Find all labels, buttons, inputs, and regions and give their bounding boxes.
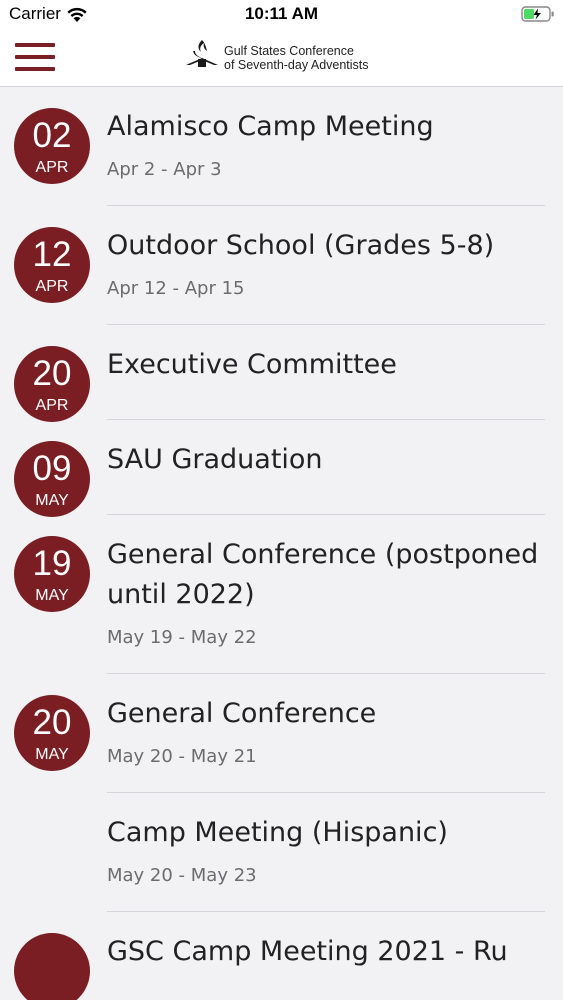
event-item[interactable]: 20 APR Executive Committee — [0, 325, 563, 422]
event-dates: Apr 12 - Apr 15 — [107, 278, 245, 299]
event-title: SAU Graduation — [107, 444, 323, 475]
hamburger-menu-icon[interactable] — [15, 43, 55, 72]
date-badge: 12 APR — [14, 227, 90, 303]
event-title: General Conference (postponed until 2022… — [107, 539, 539, 610]
event-dates: May 20 - May 23 — [107, 865, 257, 886]
event-title: Camp Meeting (Hispanic) — [107, 817, 448, 848]
event-item[interactable]: 09 MAY SAU Graduation — [0, 420, 563, 517]
event-body: Outdoor School (Grades 5-8) Apr 12 - Apr… — [107, 226, 545, 325]
sda-flame-logo-icon — [186, 40, 218, 67]
event-item[interactable]: Camp Meeting (Hispanic) May 20 - May 23 — [0, 793, 563, 912]
event-item[interactable]: 12 APR Outdoor School (Grades 5-8) Apr 1… — [0, 206, 563, 325]
event-dates: May 19 - May 22 — [107, 627, 257, 648]
event-body: Alamisco Camp Meeting Apr 2 - Apr 3 — [107, 107, 545, 206]
date-badge: 19 MAY — [14, 536, 90, 612]
event-dates: May 20 - May 21 — [107, 746, 257, 767]
date-badge: 20 MAY — [14, 695, 90, 771]
badge-day: 12 — [32, 235, 72, 274]
event-title: General Conference — [107, 698, 377, 729]
event-item[interactable]: GSC Camp Meeting 2021 - Ru — [0, 912, 563, 1000]
badge-day: 20 — [32, 703, 72, 742]
event-list: 02 APR Alamisco Camp Meeting Apr 2 - Apr… — [0, 87, 563, 1000]
navigation-bar: Gulf States Conference of Seventh-day Ad… — [0, 30, 563, 87]
date-badge: 20 APR — [14, 346, 90, 422]
battery-charging-icon — [521, 6, 554, 22]
event-body: Camp Meeting (Hispanic) May 20 - May 23 — [107, 813, 545, 912]
badge-day: 19 — [32, 544, 72, 583]
date-badge: 09 MAY — [14, 441, 90, 517]
event-item[interactable]: 02 APR Alamisco Camp Meeting Apr 2 - Apr… — [0, 87, 563, 206]
event-item[interactable]: 19 MAY General Conference (postponed unt… — [0, 515, 563, 674]
event-title: Executive Committee — [107, 349, 397, 380]
event-title: Outdoor School (Grades 5-8) — [107, 230, 495, 261]
event-body: SAU Graduation — [107, 440, 545, 515]
badge-month: APR — [35, 278, 69, 295]
status-bar: Carrier 10:11 AM — [0, 0, 563, 30]
event-title: Alamisco Camp Meeting — [107, 111, 434, 142]
logo-line-1: Gulf States Conference — [224, 44, 354, 58]
date-badge — [14, 933, 90, 1000]
event-dates: Apr 2 - Apr 3 — [107, 159, 222, 180]
event-body: General Conference (postponed until 2022… — [107, 535, 545, 674]
event-body: GSC Camp Meeting 2021 - Ru — [107, 932, 545, 994]
clock: 10:11 AM — [244, 4, 319, 23]
date-badge: 02 APR — [14, 108, 90, 184]
badge-day: 09 — [32, 449, 72, 488]
event-body: Executive Committee — [107, 345, 545, 420]
badge-month: MAY — [35, 492, 69, 509]
badge-day: 20 — [32, 354, 72, 393]
event-title: GSC Camp Meeting 2021 - Ru — [107, 936, 508, 967]
logo-text: Gulf States Conference of Seventh-day Ad… — [224, 44, 369, 72]
logo-line-2: of Seventh-day Adventists — [224, 58, 369, 72]
event-item[interactable]: 20 MAY General Conference May 20 - May 2… — [0, 674, 563, 793]
badge-month: APR — [35, 159, 69, 176]
badge-month: MAY — [35, 587, 69, 604]
badge-day: 02 — [32, 116, 72, 155]
badge-month: MAY — [35, 746, 69, 763]
event-body: General Conference May 20 - May 21 — [107, 694, 545, 793]
badge-month: APR — [35, 397, 69, 414]
